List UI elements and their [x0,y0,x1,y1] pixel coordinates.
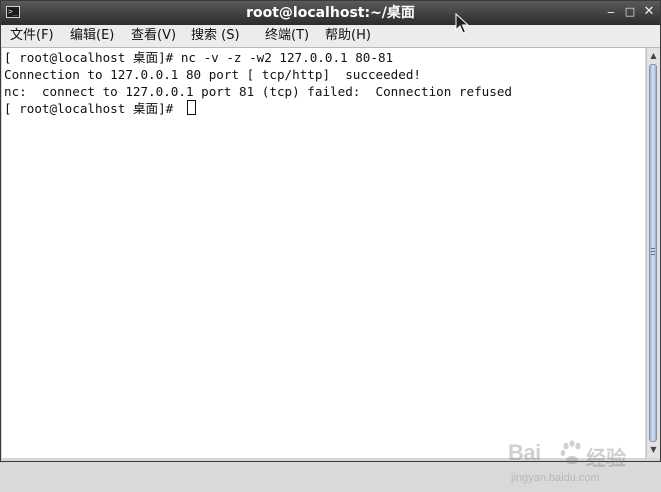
watermark-brand: Bai [508,440,541,465]
menu-edit[interactable]: 编辑(E) [70,25,114,47]
watermark-brand-cn: 经验 [586,446,626,470]
title-bar[interactable]: >_ root@localhost:~/桌面 ‒ □ ✕ [1,1,660,25]
terminal-window: >_ root@localhost:~/桌面 ‒ □ ✕ 文件(F) 编辑(E)… [0,0,661,484]
scroll-up-arrow-icon[interactable]: ▲ [647,50,660,62]
window-title: root@localhost:~/桌面 [246,5,415,21]
terminal-line-command: [ root@localhost 桌面]# nc -v -z -w2 127.0… [4,50,394,65]
menu-file[interactable]: 文件(F) [10,25,54,47]
grip-icon [651,248,655,257]
scrollbar-thumb[interactable] [649,64,657,442]
terminal-line-prompt: [ root@localhost 桌面]# [4,101,181,116]
menu-help[interactable]: 帮助(H) [325,25,371,47]
menu-terminal[interactable]: 终端(T) [265,25,309,47]
menu-bar: 文件(F) 编辑(E) 查看(V) 搜索 (S) 终端(T) 帮助(H) [1,25,660,48]
terminal-line-failure: nc: connect to 127.0.0.1 port 81 (tcp) f… [4,84,512,99]
minimize-button[interactable]: ‒ [603,4,619,20]
terminal-line-success: Connection to 127.0.0.1 80 port [ tcp/ht… [4,67,422,82]
menu-search[interactable]: 搜索 (S) [191,25,240,47]
vertical-scrollbar[interactable]: ▲ ▼ [646,48,660,458]
paw-icon [560,440,581,464]
maximize-button[interactable]: □ [622,4,638,20]
text-cursor [187,100,196,115]
watermark-url: jingyan.baidu.com [511,472,600,484]
mouse-pointer-icon [455,13,469,34]
terminal-output[interactable]: [ root@localhost 桌面]# nc -v -z -w2 127.0… [2,48,645,484]
close-button[interactable]: ✕ [641,4,657,20]
scroll-down-arrow-icon[interactable]: ▼ [647,444,660,456]
menu-view[interactable]: 查看(V) [131,25,176,47]
baidu-jingyan-watermark: Bai 经验 jingyan.baidu.com [508,440,633,492]
